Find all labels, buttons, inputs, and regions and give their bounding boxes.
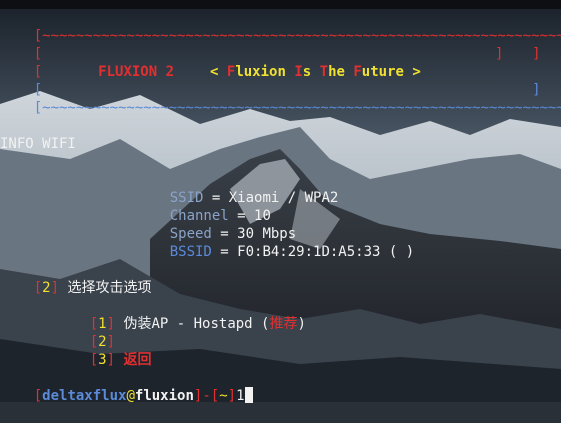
window-top-bar — [0, 0, 561, 9]
banner-bracket-right: ] — [495, 46, 504, 62]
banner-title-line: [FLUXION 2 < Fluxion Is The Future > ] — [0, 45, 504, 80]
banner-border-top: [~~~~~~~~~~~~~~~~~~~~~~~~~~~~~~~~~~~~~~~… — [0, 9, 561, 44]
channel-row: Channel = 10 — [136, 189, 271, 224]
text-cursor — [244, 387, 253, 403]
bssid-value: = F0:B4:29:1D:A5:33 ( ) — [211, 244, 415, 260]
banner-bracket-right: ] — [532, 46, 541, 62]
menu-option-2[interactable]: [2] — [56, 315, 115, 350]
shell-prompt: [deltaxflux@fluxion]-[~]1 — [0, 369, 253, 404]
terminal-output: [~~~~~~~~~~~~~~~~~~~~~~~~~~~~~~~~~~~~~~~… — [0, 9, 561, 404]
banner-border-bottom: [~~~~~~~~~~~~~~~~~~~~~~~~~~~~~~~~~~~~~~~… — [0, 81, 561, 116]
menu-option-1[interactable]: [1] 伪装AP - Hostapd (推荐) — [56, 297, 306, 332]
ssid-row: SSID = Xiaomi / WPA2 — [136, 171, 339, 206]
banner-side-line: [] — [0, 63, 541, 98]
menu-option-3[interactable]: [3] 返回 — [56, 333, 152, 368]
menu-prompt-text: 选择攻击选项 — [59, 280, 152, 296]
banner-side-line: [] — [0, 27, 541, 62]
recommended-note: 推荐 — [269, 316, 298, 332]
info-heading: INFO WIFI — [0, 136, 76, 152]
bssid-key: BSSID — [169, 244, 212, 260]
menu-prompt: [2] 选择攻击选项 — [33, 280, 152, 296]
banner-border-bottom-text: [~~~~~~~~~~~~~~~~~~~~~~~~~~~~~~~~~~~~~~~… — [33, 100, 561, 116]
speed-row: Speed = 30 Mbps — [136, 207, 296, 242]
bssid-row: BSSID = F0:B4:29:1D:A5:33 ( ) — [136, 225, 414, 260]
